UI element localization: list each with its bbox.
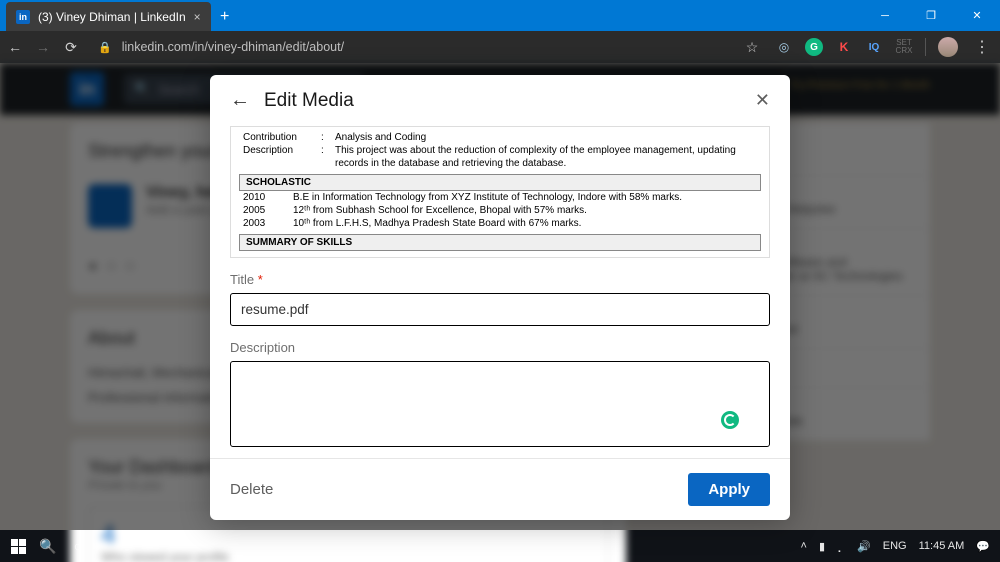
bookmark-star-icon[interactable]: ☆ [743, 39, 761, 56]
modal-close-icon[interactable]: ✕ [755, 90, 770, 111]
resume-row: Contribution:Analysis and Coding [239, 131, 761, 144]
browser-menu-icon[interactable]: ⋮ [970, 37, 994, 57]
camera-extension-icon[interactable]: ◎ [775, 38, 793, 56]
grammarly-extension-icon[interactable]: G [805, 38, 823, 56]
tab-strip: in (3) Viney Dhiman | LinkedIn × + [0, 0, 239, 31]
nav-back-icon[interactable]: ← [6, 39, 24, 55]
address-bar[interactable]: 🔒 linkedin.com/in/viney-dhiman/edit/abou… [90, 40, 733, 54]
scholastic-header: SCHOLASTIC [239, 174, 761, 191]
window-maximize-button[interactable]: ❐ [908, 0, 954, 31]
description-textarea[interactable] [230, 361, 770, 447]
new-tab-button[interactable]: + [211, 3, 239, 31]
window-controls: ─ ❐ ✕ [862, 0, 1000, 31]
extension-icons: ◎ G K IQ SET CRX ⋮ [775, 37, 994, 57]
title-label: Title * [230, 272, 770, 287]
resume-row: Description:This project was about the r… [239, 144, 761, 170]
setcrx-extension-icon[interactable]: SET CRX [895, 38, 913, 56]
description-label: Description [230, 340, 770, 355]
lock-icon: 🔒 [98, 41, 112, 54]
delete-button[interactable]: Delete [230, 481, 273, 498]
modal-overlay: ← Edit Media ✕ Contribution:Analysis and… [0, 63, 1000, 530]
linkedin-favicon: in [16, 10, 30, 24]
dashboard-count-label: Who viewed your profile [101, 550, 595, 562]
scholastic-row: 200512ᵗʰ from Subhash School for Excelle… [239, 204, 761, 217]
url-text: linkedin.com/in/viney-dhiman/edit/about/ [122, 40, 344, 54]
skills-header: SUMMARY OF SKILLS [239, 234, 761, 251]
window-close-button[interactable]: ✕ [954, 0, 1000, 31]
nav-forward-icon[interactable]: → [34, 39, 52, 55]
k-extension-icon[interactable]: K [835, 38, 853, 56]
nav-reload-icon[interactable]: ⟳ [62, 39, 80, 56]
page-viewport: in 🔍 Search ⬢ ⬢ ⬢ ⬢ ⬢ ⬢ ⬢ Try Premium Fr… [0, 63, 1000, 530]
edit-media-modal: ← Edit Media ✕ Contribution:Analysis and… [210, 75, 790, 520]
title-input[interactable] [230, 293, 770, 326]
window-titlebar: in (3) Viney Dhiman | LinkedIn × + ─ ❐ ✕ [0, 0, 1000, 31]
tab-title: (3) Viney Dhiman | LinkedIn [38, 10, 186, 24]
browser-tab-active[interactable]: in (3) Viney Dhiman | LinkedIn × [6, 2, 211, 31]
window-minimize-button[interactable]: ─ [862, 0, 908, 31]
resume-preview: Contribution:Analysis and CodingDescript… [230, 126, 770, 258]
tab-close-icon[interactable]: × [194, 10, 201, 24]
browser-toolbar: ← → ⟳ 🔒 linkedin.com/in/viney-dhiman/edi… [0, 31, 1000, 63]
scholastic-row: 2010B.E in Information Technology from X… [239, 191, 761, 204]
grammarly-icon[interactable] [721, 411, 739, 429]
profile-avatar-icon[interactable] [938, 37, 958, 57]
apply-button[interactable]: Apply [688, 473, 770, 506]
iq-extension-icon[interactable]: IQ [865, 38, 883, 56]
modal-back-icon[interactable]: ← [230, 89, 250, 112]
scholastic-row: 200310ᵗʰ from L.F.H.S, Madhya Pradesh St… [239, 217, 761, 230]
modal-body: Contribution:Analysis and CodingDescript… [210, 126, 790, 458]
toolbar-separator [925, 38, 926, 56]
modal-title: Edit Media [264, 90, 354, 112]
